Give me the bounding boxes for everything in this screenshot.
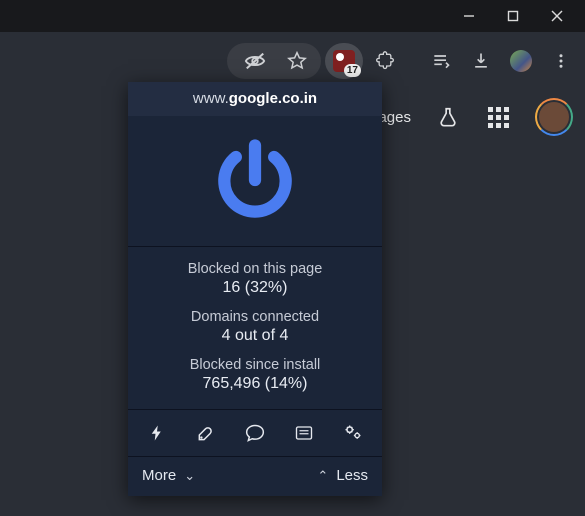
account-avatar[interactable] (535, 98, 573, 136)
domain-name: google.co.in (229, 90, 317, 107)
extensions-puzzle-icon[interactable] (367, 43, 403, 79)
address-actions (227, 43, 321, 79)
power-toggle[interactable] (128, 116, 382, 246)
domains-label: Domains connected (128, 309, 382, 325)
window-titlebar (0, 0, 585, 32)
popup-toolbar (128, 409, 382, 456)
window-minimize-button[interactable] (447, 0, 491, 32)
window-maximize-button[interactable] (491, 0, 535, 32)
popup-domain: www.google.co.in (128, 82, 382, 116)
domain-prefix: www. (193, 90, 229, 107)
settings-gears-icon[interactable] (333, 419, 373, 447)
profile-avatar-small[interactable] (503, 43, 539, 79)
chevron-up-icon: ⌃ (317, 468, 328, 484)
ublock-popup: www.google.co.in Blocked on this page 16… (128, 82, 382, 496)
more-toggle[interactable]: More ⌄ (142, 467, 195, 484)
popup-stats: Blocked on this page 16 (32%) Domains co… (128, 246, 382, 409)
blocked-install-label: Blocked since install (128, 357, 382, 373)
page-header-fragment: mages (366, 98, 573, 136)
apps-grid-icon[interactable] (485, 104, 511, 130)
domains-value: 4 out of 4 (128, 327, 382, 345)
dashboard-list-icon[interactable] (284, 419, 324, 447)
browser-menu-icon[interactable] (543, 43, 579, 79)
more-label: More (142, 467, 176, 484)
zap-icon[interactable] (137, 419, 177, 447)
blocked-page-value: 16 (32%) (128, 279, 382, 297)
bookmark-star-icon[interactable] (279, 43, 315, 79)
browser-toolbar: 17 (227, 40, 579, 82)
reading-list-icon[interactable] (423, 43, 459, 79)
window-close-button[interactable] (535, 0, 579, 32)
blocked-page-label: Blocked on this page (128, 261, 382, 277)
popup-footer: More ⌄ ⌃ Less (128, 456, 382, 496)
ublock-badge-count: 17 (344, 64, 361, 77)
less-label: Less (336, 467, 368, 484)
ublock-extension-button[interactable]: 17 (325, 43, 363, 79)
download-icon[interactable] (463, 43, 499, 79)
incognito-icon[interactable] (237, 43, 273, 79)
chevron-down-icon: ⌄ (184, 468, 195, 484)
element-picker-icon[interactable] (186, 419, 226, 447)
labs-flask-icon[interactable] (435, 104, 461, 130)
logger-chat-icon[interactable] (235, 419, 275, 447)
less-toggle[interactable]: ⌃ Less (317, 467, 368, 484)
blocked-install-value: 765,496 (14%) (128, 375, 382, 393)
